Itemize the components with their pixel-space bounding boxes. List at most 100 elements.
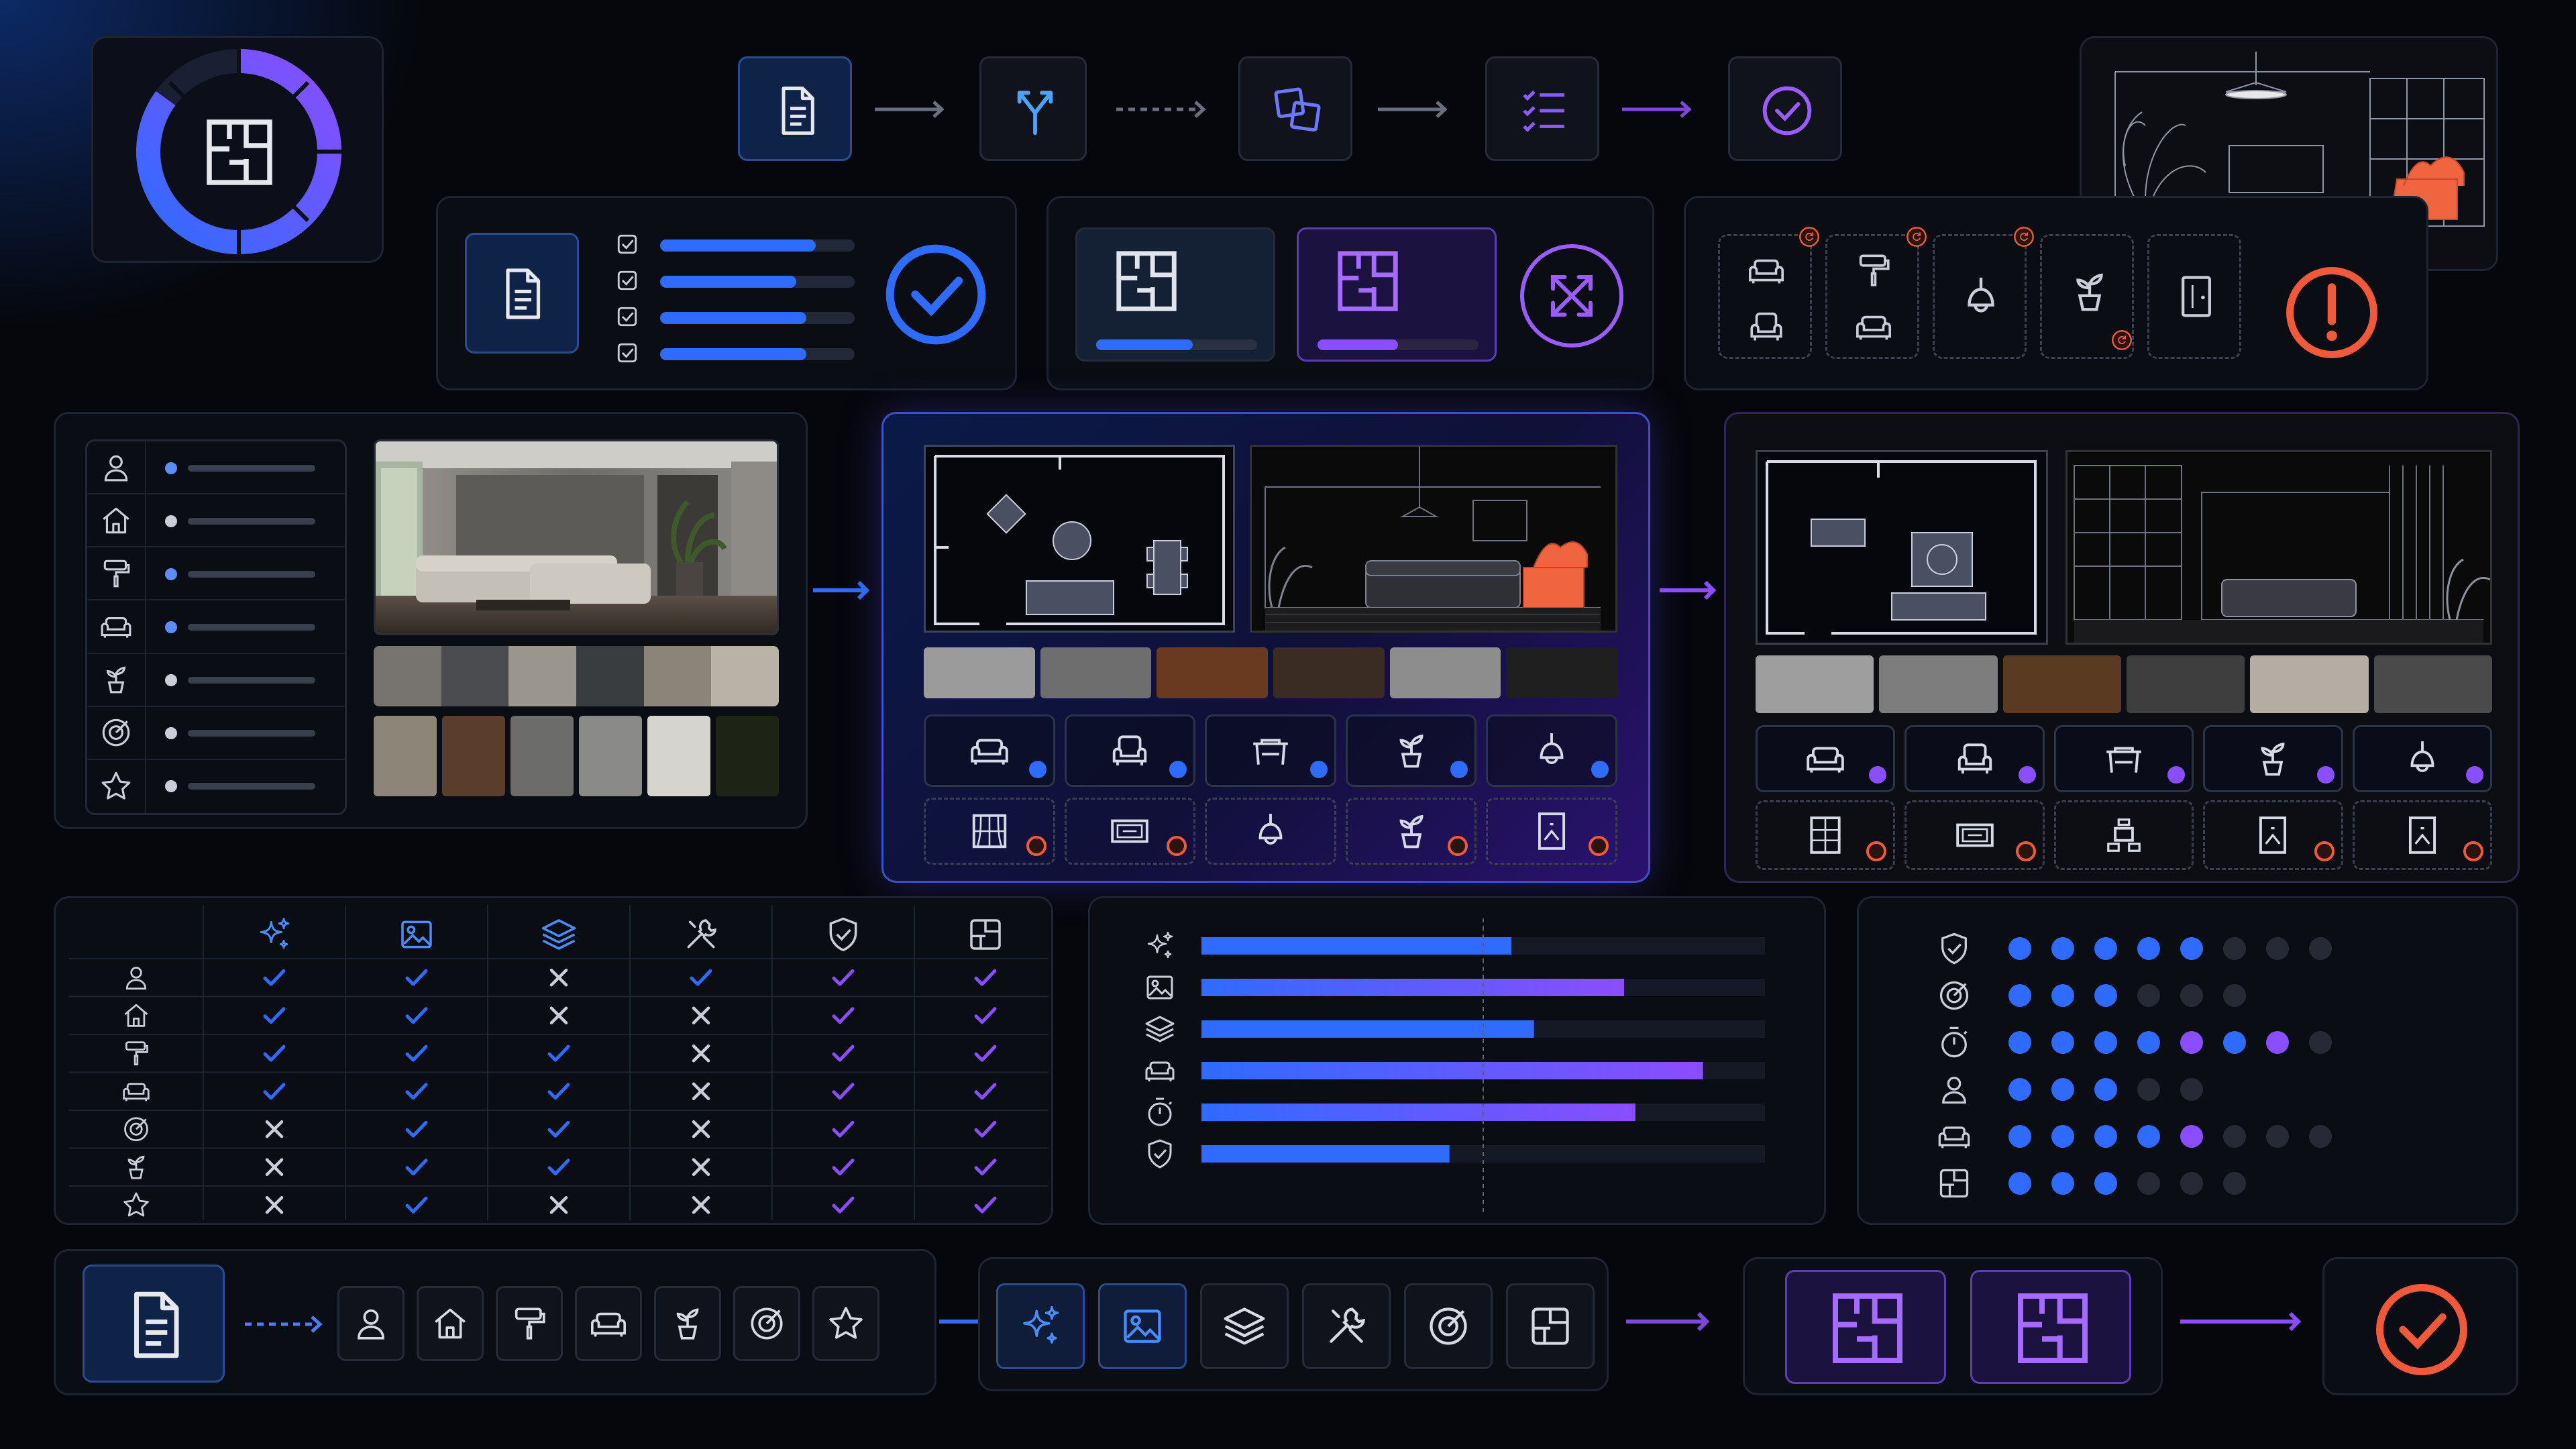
category-row[interactable]: [87, 653, 345, 707]
item-tile[interactable]: [1205, 714, 1336, 787]
item-tile[interactable]: [1486, 798, 1617, 865]
swatch[interactable]: [374, 716, 437, 796]
input-icon-tile[interactable]: [654, 1286, 721, 1361]
swatch[interactable]: [442, 716, 505, 796]
category-row[interactable]: [87, 441, 345, 495]
bar[interactable]: [1201, 1062, 1703, 1079]
concept-b-panel[interactable]: [1724, 412, 2520, 883]
workflow-step-checklist[interactable]: [1485, 56, 1599, 161]
issue-group-lighting[interactable]: [1933, 227, 2034, 359]
check-circle-icon[interactable]: [881, 239, 991, 350]
review-document-tile[interactable]: [465, 233, 579, 354]
layout-icon[interactable]: [971, 920, 1000, 949]
bar[interactable]: [1201, 1020, 1534, 1038]
output-plan-a[interactable]: [1785, 1270, 1946, 1384]
item-tile[interactable]: [1904, 800, 2045, 870]
bar[interactable]: [1201, 937, 1511, 955]
item-tile[interactable]: [2053, 725, 2194, 792]
swatch[interactable]: [643, 646, 712, 706]
input-icon-tile[interactable]: [733, 1286, 800, 1361]
item-tile[interactable]: [924, 798, 1055, 865]
swatch[interactable]: [1157, 647, 1269, 698]
tool-icon-tile[interactable]: [996, 1283, 1085, 1369]
item-tile[interactable]: [2352, 800, 2492, 870]
issue-group-seating[interactable]: [1718, 227, 1819, 359]
review-item[interactable]: [616, 268, 857, 294]
item-tile[interactable]: [1205, 798, 1336, 865]
swatch[interactable]: [374, 646, 441, 706]
bar[interactable]: [1201, 1145, 1450, 1163]
swatch[interactable]: [579, 716, 642, 796]
swatch[interactable]: [511, 716, 574, 796]
swatch[interactable]: [716, 716, 779, 796]
bar[interactable]: [1201, 979, 1624, 996]
category-row[interactable]: [87, 706, 345, 760]
swatch[interactable]: [1506, 647, 1618, 698]
workflow-step-document[interactable]: [738, 56, 852, 161]
layers-icon[interactable]: [543, 920, 575, 949]
item-tile[interactable]: [1486, 714, 1617, 787]
item-tile[interactable]: [2352, 725, 2492, 792]
tool-icon-tile[interactable]: [1098, 1283, 1187, 1369]
issue-group-doors[interactable]: [2147, 234, 2241, 359]
input-icon-tile[interactable]: [496, 1286, 563, 1361]
swatch[interactable]: [1040, 647, 1152, 698]
bar[interactable]: [1201, 1104, 1635, 1121]
swatch[interactable]: [1756, 655, 1874, 713]
review-item[interactable]: [616, 231, 857, 258]
workflow-step-split[interactable]: [979, 56, 1087, 161]
item-tile[interactable]: [1345, 798, 1477, 865]
category-row[interactable]: [87, 600, 345, 654]
final-approval-card[interactable]: [2322, 1257, 2518, 1395]
review-item[interactable]: [616, 304, 857, 331]
shuffle-icon[interactable]: [1518, 242, 1625, 350]
flow-document-tile[interactable]: [83, 1265, 225, 1383]
input-icon-tile[interactable]: [812, 1286, 879, 1361]
issue-group-plants[interactable]: [2040, 234, 2134, 359]
input-icon-tile[interactable]: [337, 1286, 405, 1361]
item-tile[interactable]: [2203, 725, 2343, 792]
shield-icon[interactable]: [830, 919, 855, 951]
workflow-step-complete[interactable]: [1728, 56, 1842, 161]
swatch[interactable]: [508, 646, 577, 706]
swatch[interactable]: [2002, 655, 2121, 713]
tool-icon-tile[interactable]: [1506, 1283, 1595, 1369]
review-item[interactable]: [616, 340, 857, 367]
category-row[interactable]: [87, 759, 345, 813]
output-plan-b[interactable]: [1970, 1270, 2131, 1384]
item-tile[interactable]: [1345, 714, 1477, 787]
tools-icon[interactable]: [688, 920, 715, 947]
item-tile[interactable]: [2203, 800, 2343, 870]
alert-icon[interactable]: [2282, 262, 2382, 363]
issue-group-finishes[interactable]: [1825, 227, 1927, 359]
concept-a-panel[interactable]: [881, 412, 1650, 883]
swatch[interactable]: [711, 646, 779, 706]
tool-icon-tile[interactable]: [1302, 1283, 1391, 1369]
workflow-step-compare[interactable]: [1238, 56, 1352, 161]
plan-option-b[interactable]: [1297, 227, 1497, 362]
tool-icon-tile[interactable]: [1404, 1283, 1493, 1369]
swatch[interactable]: [1879, 655, 1998, 713]
input-icon-tile[interactable]: [417, 1286, 484, 1361]
item-tile[interactable]: [2053, 800, 2194, 870]
swatch[interactable]: [2373, 655, 2492, 713]
tool-icon-tile[interactable]: [1200, 1283, 1289, 1369]
input-icon-tile[interactable]: [575, 1286, 642, 1361]
item-tile[interactable]: [1756, 800, 1896, 870]
swatch[interactable]: [441, 646, 509, 706]
swatch[interactable]: [647, 716, 710, 796]
swatch[interactable]: [1273, 647, 1385, 698]
item-tile[interactable]: [1064, 798, 1196, 865]
swatch[interactable]: [2126, 655, 2245, 713]
item-tile[interactable]: [1756, 725, 1896, 792]
item-tile[interactable]: [1064, 714, 1196, 787]
category-row[interactable]: [87, 494, 345, 548]
item-tile[interactable]: [1904, 725, 2045, 792]
swatch[interactable]: [576, 646, 644, 706]
swatch[interactable]: [924, 647, 1035, 698]
item-tile[interactable]: [924, 714, 1055, 787]
swatch[interactable]: [2250, 655, 2369, 713]
plan-option-a[interactable]: [1075, 227, 1275, 362]
sparkle-icon[interactable]: [261, 919, 288, 948]
category-row[interactable]: [87, 547, 345, 601]
